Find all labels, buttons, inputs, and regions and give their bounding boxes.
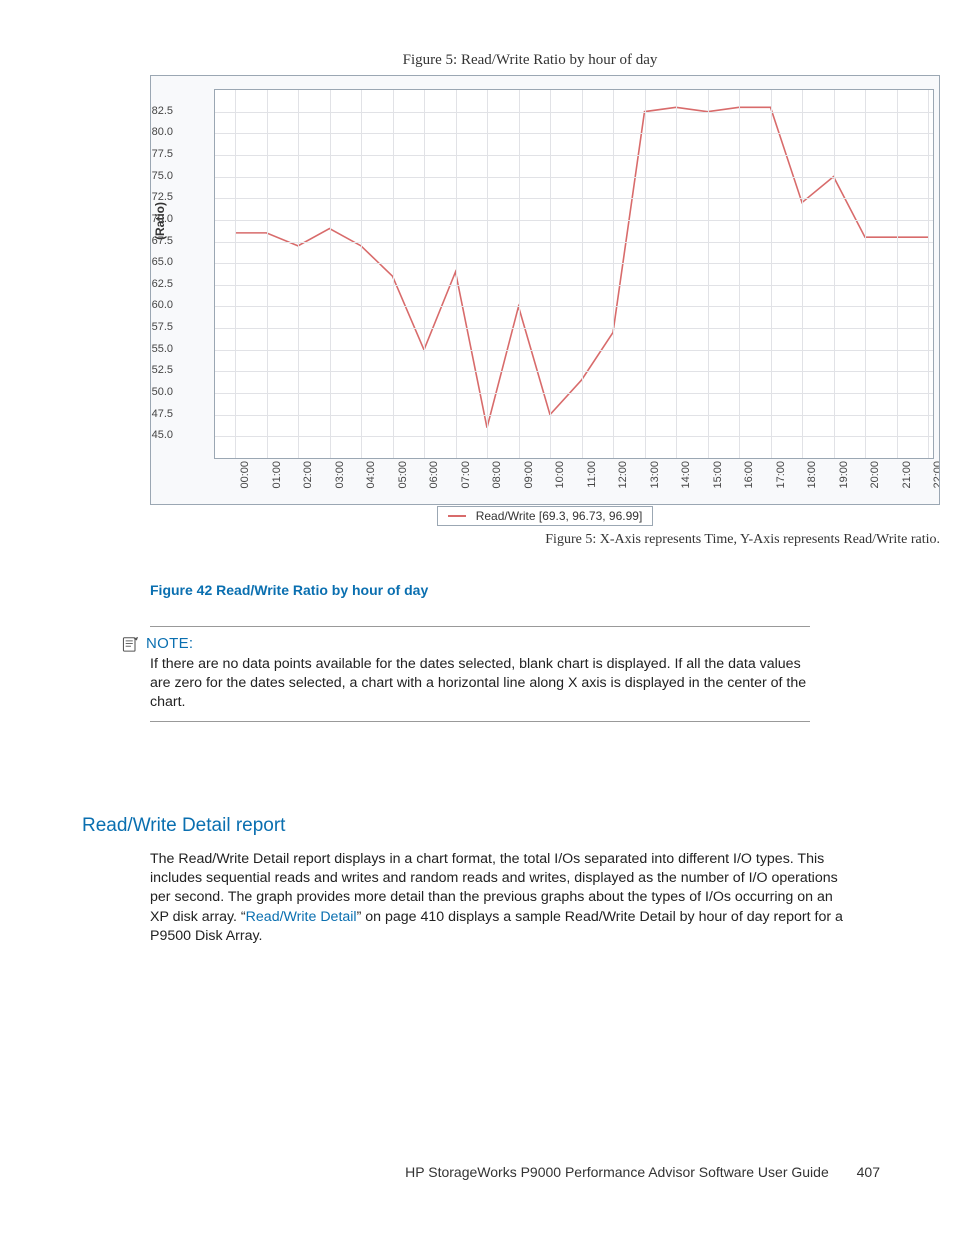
legend-swatch: [448, 515, 466, 517]
y-tick-label: 57.5: [150, 321, 173, 333]
y-tick-label: 80.0: [150, 126, 173, 138]
note-header: NOTE:: [122, 635, 810, 652]
note-block: NOTE: If there are no data points availa…: [150, 626, 810, 722]
x-tick-label: 09:00: [523, 461, 535, 489]
x-tick-label: 12:00: [617, 461, 629, 489]
note-icon: [122, 636, 140, 652]
x-tick-label: 13:00: [649, 461, 661, 489]
footer-title: HP StorageWorks P9000 Performance Adviso…: [405, 1164, 829, 1180]
y-tick-label: 75.0: [150, 170, 173, 182]
x-tick-label: 16:00: [743, 461, 755, 489]
note-divider-bottom: [150, 721, 810, 722]
chart-frame: (Ratio) 45.047.550.052.555.057.560.062.5…: [150, 75, 940, 505]
y-tick-label: 47.5: [150, 408, 173, 420]
y-tick-label: 50.0: [150, 386, 173, 398]
x-tick-label: 07:00: [460, 461, 472, 489]
section-heading: Read/Write Detail report: [82, 815, 285, 837]
y-tick-label: 67.5: [150, 235, 173, 247]
x-tick-label: 19:00: [838, 461, 850, 489]
plot-area: [214, 89, 934, 459]
y-tick-label: 70.0: [150, 213, 173, 225]
y-tick-label: 77.5: [150, 148, 173, 160]
note-label: NOTE:: [146, 635, 193, 652]
x-tick-label: 03:00: [334, 461, 346, 489]
x-tick-label: 02:00: [302, 461, 314, 489]
page-number: 407: [857, 1164, 880, 1180]
y-tick-label: 65.0: [150, 256, 173, 268]
series-line: [215, 90, 933, 458]
x-tick-label: 08:00: [491, 461, 503, 489]
chart-subcaption: Figure 5: X-Axis represents Time, Y-Axis…: [150, 532, 940, 548]
x-tick-label: 17:00: [775, 461, 787, 489]
figure-block: Figure 5: Read/Write Ratio by hour of da…: [150, 52, 950, 548]
x-tick-label: 05:00: [397, 461, 409, 489]
x-tick-label: 11:00: [586, 461, 598, 488]
section-body: The Read/Write Detail report displays in…: [150, 850, 850, 946]
x-tick-label: 22:00: [932, 461, 940, 489]
y-tick-label: 55.0: [150, 343, 173, 355]
cross-reference-link[interactable]: Read/Write Detail: [246, 909, 357, 925]
y-tick-label: 60.0: [150, 299, 173, 311]
x-tick-label: 04:00: [365, 461, 377, 489]
legend: Read/Write [69.3, 96.73, 96.99]: [437, 506, 654, 526]
note-body: If there are no data points available fo…: [150, 655, 810, 713]
y-tick-label: 72.5: [150, 191, 173, 203]
x-tick-label: 10:00: [554, 461, 566, 489]
x-tick-label: 21:00: [901, 461, 913, 489]
chart-title: Figure 5: Read/Write Ratio by hour of da…: [150, 52, 910, 69]
x-tick-label: 20:00: [869, 461, 881, 489]
y-tick-label: 62.5: [150, 278, 173, 290]
x-tick-label: 00:00: [239, 461, 251, 489]
figure-caption: Figure 42 Read/Write Ratio by hour of da…: [150, 582, 428, 598]
y-tick-label: 82.5: [150, 105, 173, 117]
y-tick-label: 45.0: [150, 429, 173, 441]
x-tick-label: 06:00: [428, 461, 440, 489]
x-tick-label: 14:00: [680, 461, 692, 489]
x-tick-label: 15:00: [712, 461, 724, 489]
note-divider-top: [150, 626, 810, 627]
legend-text: Read/Write [69.3, 96.73, 96.99]: [476, 509, 643, 523]
y-tick-label: 52.5: [150, 364, 173, 376]
legend-wrap: Read/Write [69.3, 96.73, 96.99]: [150, 504, 940, 526]
page-footer: HP StorageWorks P9000 Performance Adviso…: [0, 1164, 880, 1180]
x-tick-label: 01:00: [271, 461, 283, 489]
x-tick-label: 18:00: [806, 461, 818, 489]
